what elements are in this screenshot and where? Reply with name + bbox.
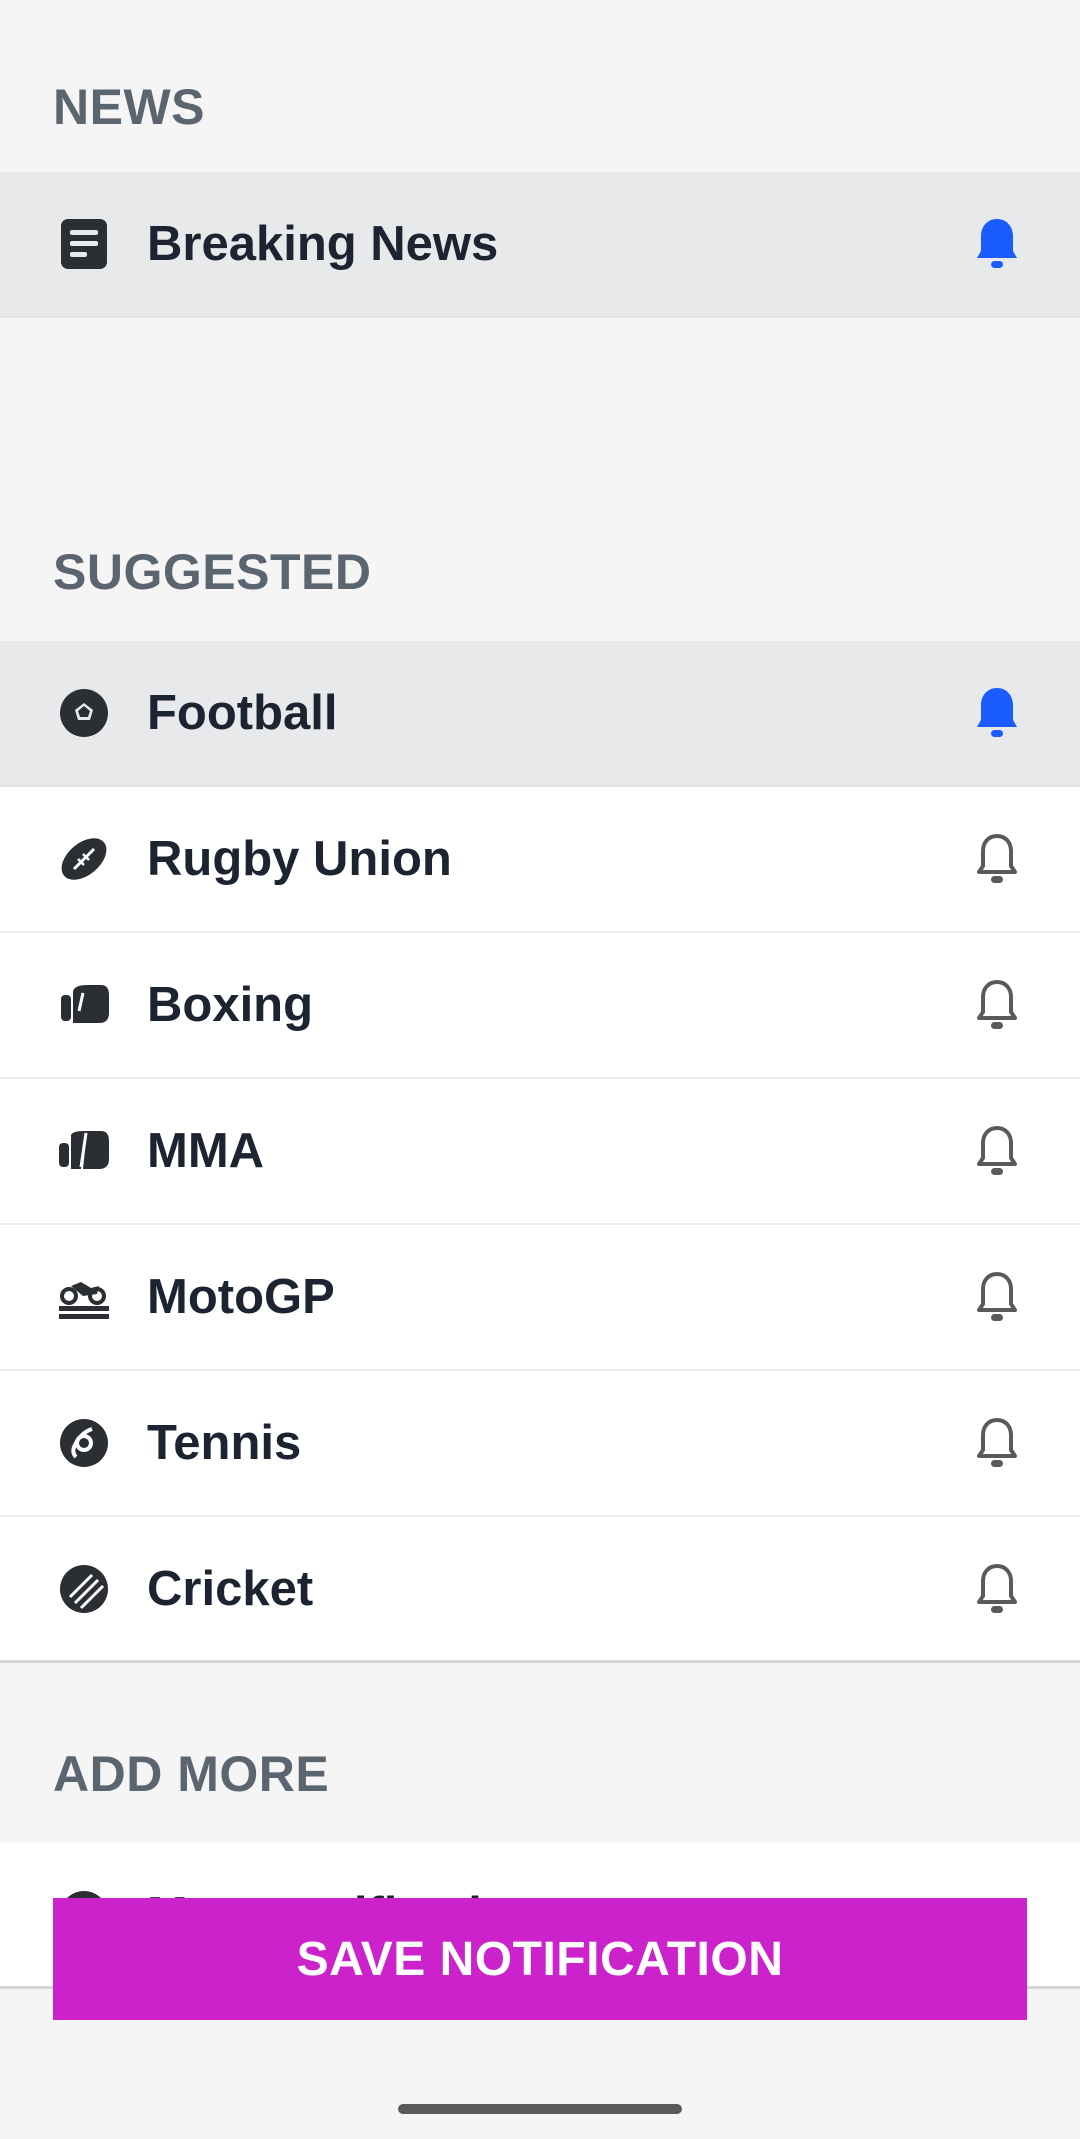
article-icon xyxy=(57,217,111,271)
row-boxing[interactable]: Boxing xyxy=(0,933,1080,1079)
row-football[interactable]: Football xyxy=(0,641,1080,787)
bell-off-icon[interactable] xyxy=(975,1561,1019,1617)
row-breaking-news[interactable]: Breaking News xyxy=(0,172,1080,318)
row-label-rugby-union: Rugby Union xyxy=(147,832,452,886)
row-label-mma: MMA xyxy=(147,1124,265,1178)
tennis-ball-icon xyxy=(57,1416,111,1470)
row-mma[interactable]: MMA xyxy=(0,1079,1080,1225)
row-cricket[interactable]: Cricket xyxy=(0,1517,1080,1663)
mma-glove-icon xyxy=(57,1124,111,1178)
bell-off-icon[interactable] xyxy=(975,977,1019,1033)
row-label-breaking-news: Breaking News xyxy=(147,217,499,271)
row-rugby-union[interactable]: Rugby Union xyxy=(0,787,1080,933)
bell-off-icon[interactable] xyxy=(975,1269,1019,1325)
row-label-boxing: Boxing xyxy=(147,978,314,1032)
row-label-motogp: MotoGP xyxy=(147,1270,335,1324)
boxing-glove-icon xyxy=(57,978,111,1032)
cricket-ball-icon xyxy=(57,1562,111,1616)
save-button-container: SAVE NOTIFICATION xyxy=(53,1898,1027,2020)
bell-off-icon[interactable] xyxy=(975,1415,1019,1471)
row-label-football: Football xyxy=(147,686,338,740)
section-title-suggested: SUGGESTED xyxy=(53,544,372,600)
save-notification-button[interactable]: SAVE NOTIFICATION xyxy=(53,1898,1027,2020)
motorbike-icon xyxy=(57,1270,111,1324)
bell-off-icon[interactable] xyxy=(975,1123,1019,1179)
bell-on-icon[interactable] xyxy=(975,685,1019,741)
row-motogp[interactable]: MotoGP xyxy=(0,1225,1080,1371)
row-label-tennis: Tennis xyxy=(147,1416,302,1470)
row-tennis[interactable]: Tennis xyxy=(0,1371,1080,1517)
bell-off-icon[interactable] xyxy=(975,831,1019,887)
section-title-add-more: ADD MORE xyxy=(53,1746,330,1802)
football-icon xyxy=(57,686,111,740)
rugby-ball-icon xyxy=(57,832,111,886)
bell-on-icon[interactable] xyxy=(975,216,1019,272)
home-indicator[interactable] xyxy=(398,2104,682,2114)
row-label-cricket: Cricket xyxy=(147,1561,314,1616)
section-title-news: NEWS xyxy=(53,79,205,135)
